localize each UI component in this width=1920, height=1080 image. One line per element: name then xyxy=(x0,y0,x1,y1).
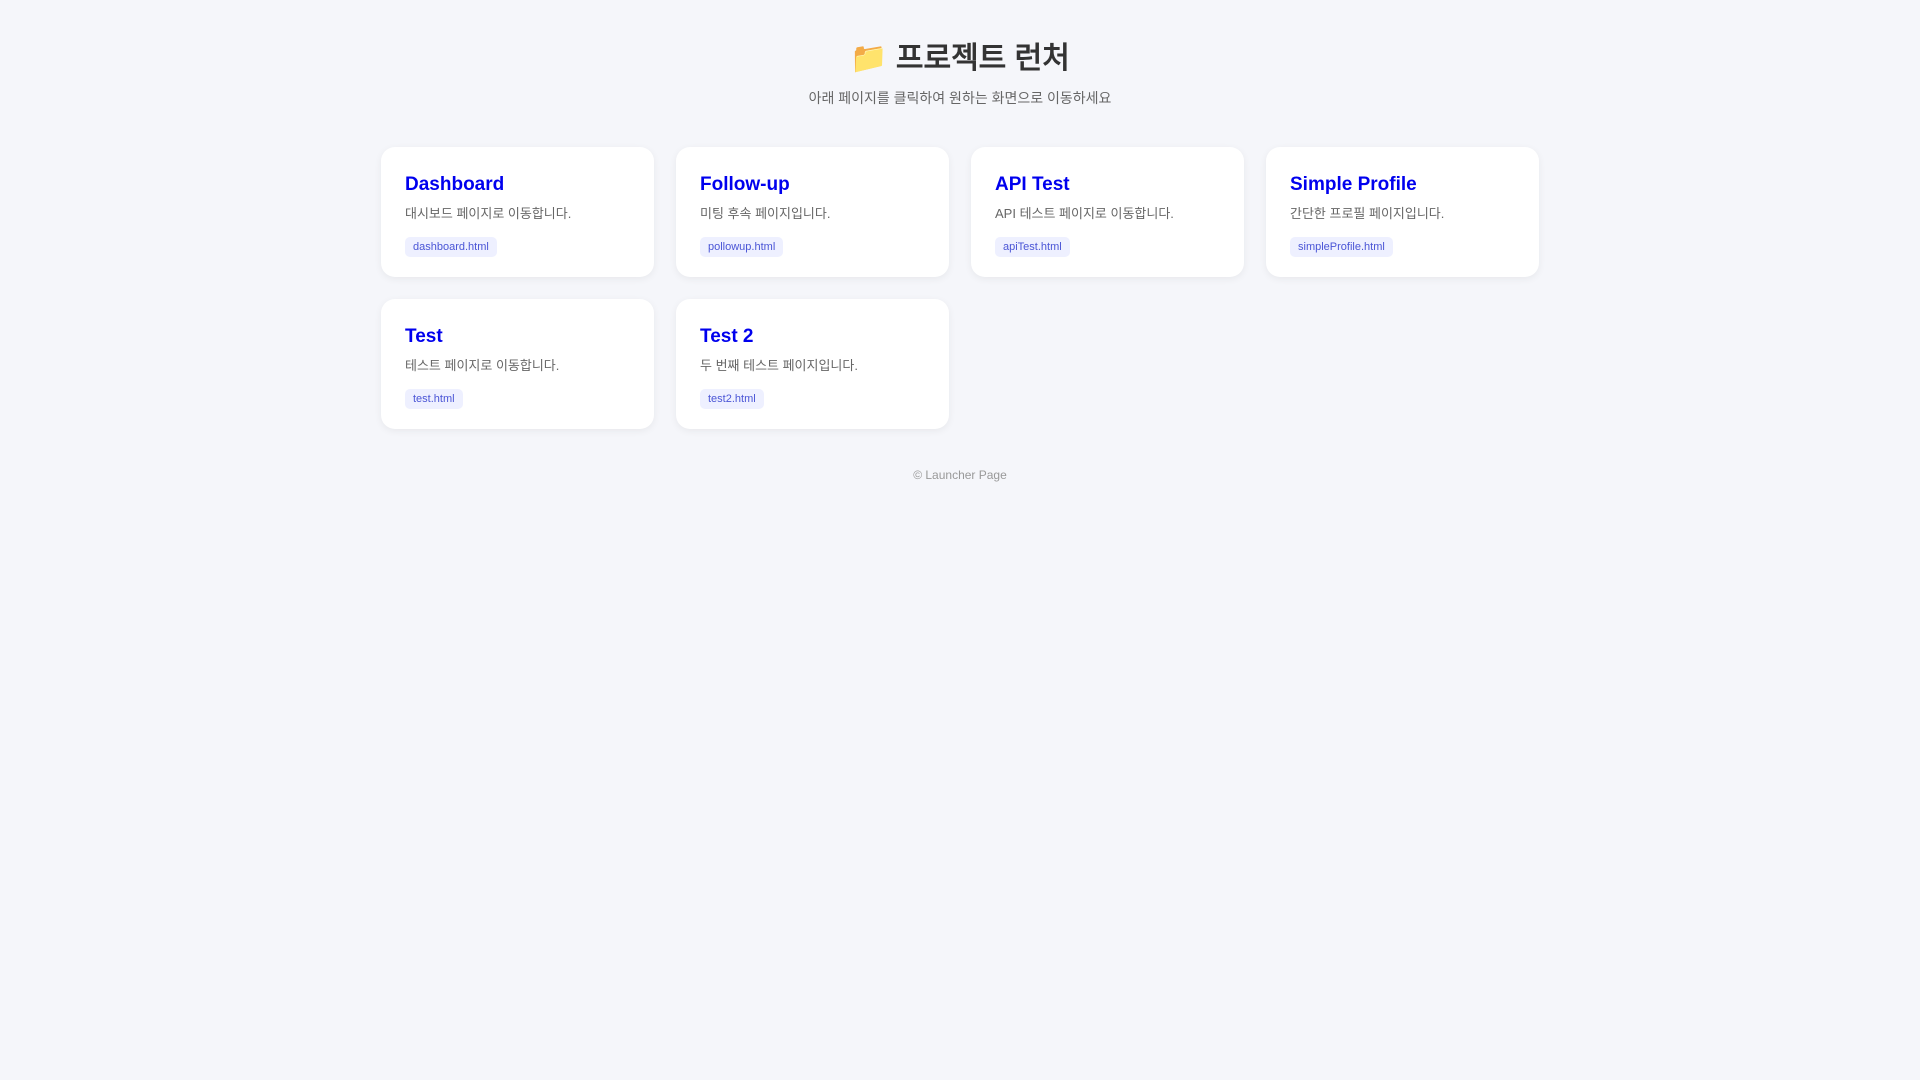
card-title: API Test xyxy=(995,174,1070,195)
card-test[interactable]: Test 테스트 페이지로 이동합니다. test.html xyxy=(381,299,654,429)
folder-icon: 📁 xyxy=(850,42,888,75)
card-description: 대시보드 페이지로 이동합니다. xyxy=(405,206,572,221)
file-tag: simpleProfile.html xyxy=(1290,237,1393,257)
page-subtitle: 아래 페이지를 클릭하여 원하는 화면으로 이동하세요 xyxy=(808,90,1112,106)
card-description: 두 번째 테스트 페이지입니다. xyxy=(700,358,858,373)
card-api-test[interactable]: API Test API 테스트 페이지로 이동합니다. apiTest.html xyxy=(971,147,1244,277)
file-tag: test2.html xyxy=(700,389,764,409)
file-tag: apiTest.html xyxy=(995,237,1070,257)
card-title: Follow-up xyxy=(700,174,790,195)
page-header: 📁 프로젝트 런처 아래 페이지를 클릭하여 원하는 화면으로 이동하세요 xyxy=(0,0,1920,108)
card-title: Test 2 xyxy=(700,326,754,347)
page-title: 📁 프로젝트 런처 xyxy=(850,42,1070,75)
card-test-2[interactable]: Test 2 두 번째 테스트 페이지입니다. test2.html xyxy=(676,299,949,429)
card-dashboard[interactable]: Dashboard 대시보드 페이지로 이동합니다. dashboard.html xyxy=(381,147,654,277)
card-simple-profile[interactable]: Simple Profile 간단한 프로필 페이지입니다. simpleProfi… xyxy=(1266,147,1539,277)
card-title: Dashboard xyxy=(405,174,505,195)
card-description: 간단한 프로필 페이지입니다. xyxy=(1290,206,1445,221)
card-description: 테스트 페이지로 이동합니다. xyxy=(405,358,560,373)
card-grid: Dashboard 대시보드 페이지로 이동합니다. dashboard.html … xyxy=(381,147,1541,429)
footer: © Launcher Page xyxy=(913,468,1007,482)
card-description: API 테스트 페이지로 이동합니다. xyxy=(995,206,1174,221)
card-title: Test xyxy=(405,326,443,347)
card-description: 미팅 후속 페이지입니다. xyxy=(700,206,831,221)
file-tag: dashboard.html xyxy=(405,237,497,257)
card-title: Simple Profile xyxy=(1290,174,1417,195)
file-tag: pollowup.html xyxy=(700,237,784,257)
card-follow-up[interactable]: Follow-up 미팅 후속 페이지입니다. pollowup.html xyxy=(676,147,949,277)
file-tag: test.html xyxy=(405,389,463,409)
